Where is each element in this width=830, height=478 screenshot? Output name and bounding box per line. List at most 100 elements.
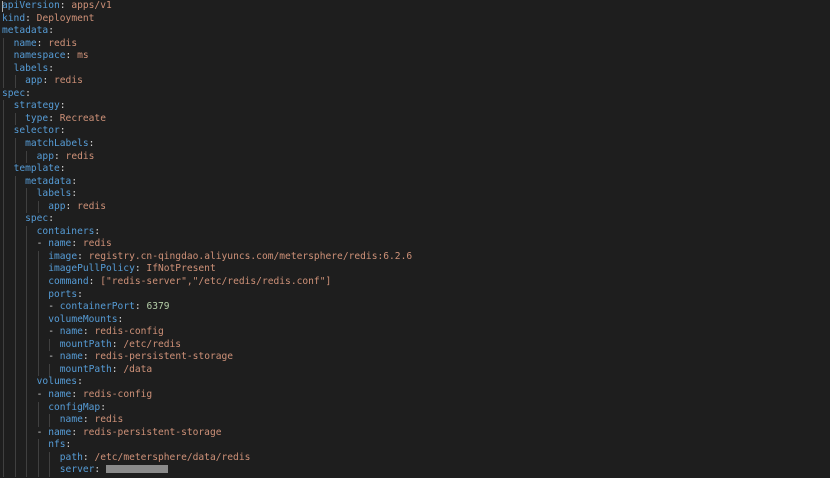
indent-guide (26, 401, 28, 415)
code-line: kind: Deployment (0, 13, 830, 26)
yaml-key: apiVersion (2, 0, 60, 11)
yaml-key: metadata (25, 175, 72, 187)
indent-guide (37, 401, 39, 415)
yaml-key: server (59, 464, 95, 476)
indent-guide (14, 138, 16, 151)
code-line: configMap: (0, 401, 830, 415)
code-line: nfs: (0, 439, 830, 452)
yaml-key: name (48, 238, 72, 250)
yaml-key: volumeMounts (48, 313, 118, 325)
list-dash: - (36, 238, 49, 250)
indent-guide (14, 263, 16, 277)
indent-guide (37, 276, 39, 289)
indent-guide (26, 464, 28, 477)
yaml-key: labels (13, 62, 49, 74)
indent-guide (37, 326, 39, 339)
code-line: app: redis (0, 200, 830, 214)
indent-guide (14, 213, 16, 226)
yaml-value: redis (82, 238, 112, 250)
code-line: metadata: (0, 175, 830, 189)
yaml-value: /etc/metersphere/data/redis (94, 451, 251, 463)
code-line: - name: redis (0, 238, 830, 251)
indent-guide (26, 451, 28, 465)
indent-guide (3, 163, 4, 176)
yaml-key: kind (2, 12, 26, 24)
indent-guide (26, 250, 28, 264)
indent-guide (26, 150, 28, 164)
yaml-key: matchLabels (25, 138, 89, 150)
indent-guide (14, 464, 16, 477)
yaml-key: spec (2, 87, 26, 99)
yaml-value: /data (123, 363, 153, 375)
indent-guide (3, 50, 4, 63)
yaml-key: image (48, 250, 78, 262)
indent-guide (14, 175, 16, 189)
yaml-key: name (13, 37, 37, 49)
indent-guide (49, 338, 51, 352)
yaml-key: app (25, 75, 43, 87)
indent-guide (14, 414, 16, 427)
code-line: app: redis (0, 75, 830, 88)
indent-guide (14, 363, 16, 377)
yaml-value: IfNotPresent (146, 263, 216, 275)
code-line: imagePullPolicy: IfNotPresent (0, 263, 830, 277)
list-dash: - (48, 326, 60, 338)
indent-guide (3, 363, 4, 377)
indent-guide (37, 288, 39, 302)
list-dash: - (48, 301, 60, 313)
code-line: selector: (0, 125, 830, 139)
list-dash: - (36, 426, 49, 438)
indent-guide (26, 301, 28, 314)
indent-guide (3, 401, 4, 415)
indent-guide (3, 326, 4, 339)
indent-guide (3, 301, 4, 314)
indent-guide (14, 439, 16, 452)
indent-guide (26, 238, 28, 251)
code-line: spec: (0, 213, 830, 226)
yaml-value: redis-config (94, 326, 164, 338)
code-line: name: redis (0, 414, 830, 427)
yaml-key: namespace (13, 50, 66, 62)
yaml-key: metadata (2, 25, 49, 37)
indent-guide (3, 250, 4, 264)
yaml-key: selector (13, 125, 60, 137)
yaml-value: Deployment (36, 12, 95, 24)
indent-guide (3, 213, 4, 226)
redacted-value (105, 465, 168, 474)
yaml-value: apps/v1 (71, 0, 112, 11)
indent-guide (3, 188, 4, 201)
yaml-key: name (59, 326, 83, 338)
indent-guide (3, 351, 4, 364)
yaml-value: 6379 (146, 301, 170, 313)
code-editor[interactable]: apiVersion: apps/v1 kind: Deployment metad… (0, 0, 830, 478)
indent-guide (3, 112, 4, 126)
yaml-key: mountPath (59, 338, 112, 350)
yaml-value: ms (77, 50, 89, 62)
code-line: metadata: (0, 25, 830, 38)
code-line: command: ["redis-server","/etc/redis/red… (0, 276, 830, 289)
colon: : (25, 87, 31, 99)
indent-guide (3, 138, 4, 151)
indent-guide (26, 351, 28, 364)
yaml-key: mountPath (59, 363, 112, 375)
indent-guide (26, 276, 28, 289)
indent-guide (26, 439, 28, 452)
indent-guide (26, 188, 28, 201)
code-line: name: redis (0, 37, 830, 51)
indent-guide (49, 451, 51, 465)
indent-guide (3, 150, 4, 164)
yaml-value: redis (48, 37, 78, 49)
yaml-key: strategy (13, 100, 60, 112)
code-line: mountPath: /etc/redis (0, 338, 830, 352)
code-line: app: redis (0, 150, 830, 164)
colon: : (71, 188, 78, 200)
